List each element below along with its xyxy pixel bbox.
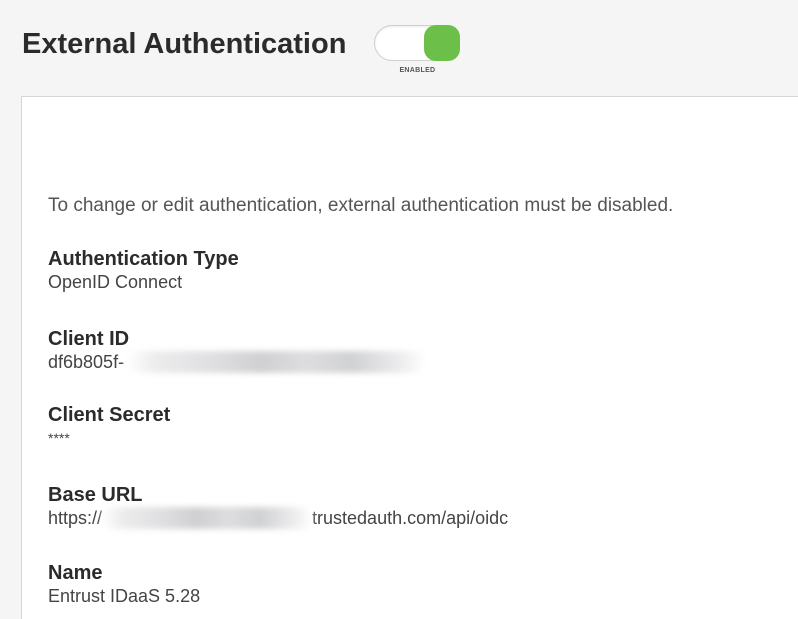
page-title: External Authentication xyxy=(22,28,347,60)
client-id-prefix: df6b805f- xyxy=(48,352,125,372)
redacted-blur xyxy=(102,507,313,529)
toggle-status-label: ENABLED xyxy=(399,67,436,74)
field-value: **** xyxy=(48,430,70,446)
field-value: OpenID Connect xyxy=(48,272,183,292)
field-label: Base URL xyxy=(48,484,143,506)
external-auth-toggle[interactable] xyxy=(374,25,461,61)
field-label: Client Secret xyxy=(48,404,171,426)
field-value: https:// trustedauth.com/api/oidc xyxy=(48,507,508,529)
field-base-url: Base URL https:// trustedauth.com/api/oi… xyxy=(48,483,508,529)
field-label: Client ID xyxy=(48,328,130,350)
field-value: Entrust IDaaS 5.28 xyxy=(48,586,201,606)
base-url-suffix: trustedauth.com/api/oidc xyxy=(312,508,509,528)
page: External Authentication ENABLED To chang… xyxy=(0,0,798,619)
disable-notice: To change or edit authentication, extern… xyxy=(48,195,674,216)
field-value: df6b805f- xyxy=(48,351,427,373)
field-client-id: Client ID df6b805f- xyxy=(48,327,427,373)
enabled-toggle-group: ENABLED xyxy=(374,25,461,74)
field-label: Name xyxy=(48,562,103,584)
base-url-prefix: https:// xyxy=(48,508,103,528)
auth-details-panel: To change or edit authentication, extern… xyxy=(21,96,798,619)
field-client-secret: Client Secret **** xyxy=(48,403,170,449)
page-header: External Authentication ENABLED xyxy=(22,24,461,74)
field-authentication-type: Authentication Type OpenID Connect xyxy=(48,247,239,293)
field-name: Name Entrust IDaaS 5.28 xyxy=(48,561,200,607)
redacted-blur xyxy=(126,351,427,373)
toggle-knob[interactable] xyxy=(424,25,461,61)
field-label: Authentication Type xyxy=(48,248,239,270)
